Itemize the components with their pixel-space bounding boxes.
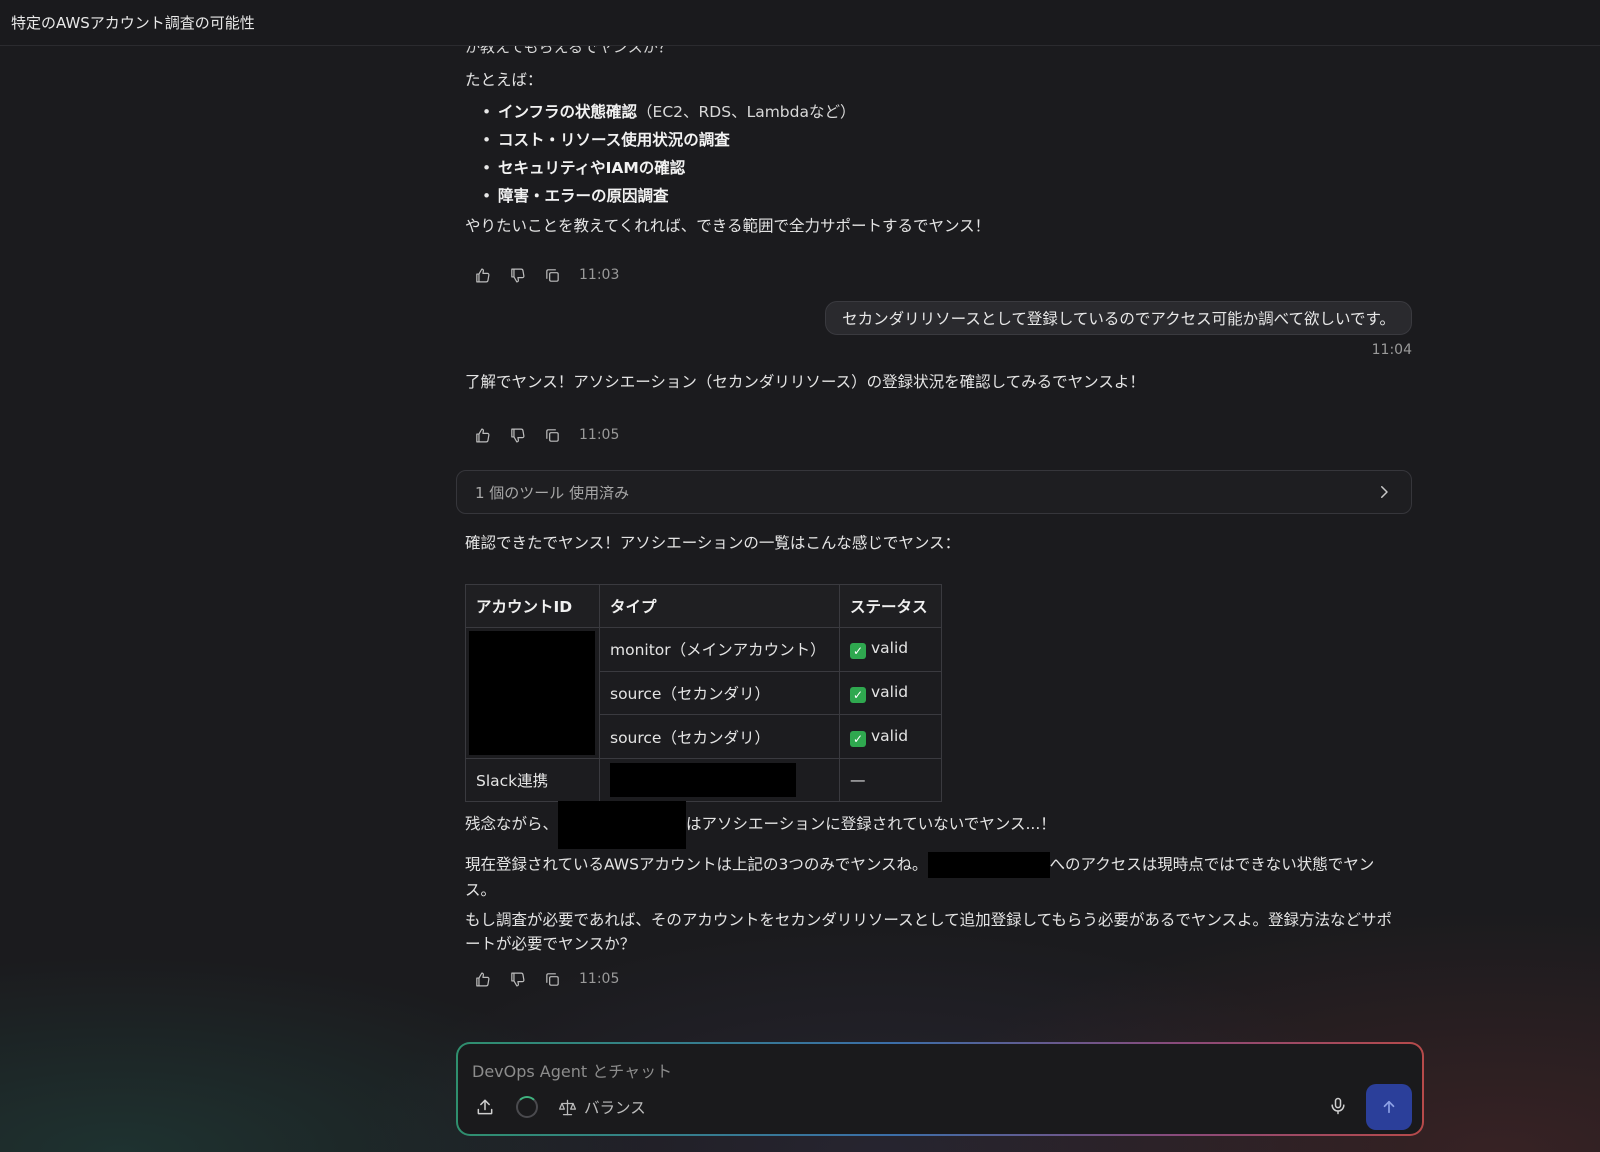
thumbs-up-icon[interactable] (472, 265, 492, 285)
chat-thread[interactable]: か教えてもらえるでヤンスか？ たとえば： インフラの状態確認（EC2、RDS、L… (0, 46, 1600, 1152)
thumbs-up-icon[interactable] (472, 425, 492, 445)
assistant-reply: 了解でヤンス！アソシエーション（セカンダリリソース）の登録状況を確認してみるでヤ… (465, 373, 1145, 391)
chat-composer: バランス (456, 1042, 1424, 1136)
example-list: インフラの状態確認（EC2、RDS、Lambdaなど） コスト・リソース使用状況… (482, 98, 855, 210)
user-message-timestamp: 11:04 (1371, 342, 1412, 358)
association-table: アカウントID タイプ ステータス monitor（メインアカウント） ✓ val… (465, 584, 942, 802)
chat-input[interactable] (472, 1058, 1272, 1084)
loading-spinner-icon (516, 1096, 538, 1118)
redacted-slack-cell (599, 758, 840, 802)
message-actions: 11:05 (472, 966, 619, 992)
table-intro: 確認できたでヤンス！アソシエーションの一覧はこんな感じでヤンス： (465, 534, 961, 552)
composer-inner: バランス (458, 1044, 1422, 1134)
upload-icon[interactable] (472, 1094, 498, 1120)
column-header: タイプ (599, 584, 840, 628)
list-item: インフラの状態確認（EC2、RDS、Lambdaなど） (482, 98, 855, 126)
table-cell-type: source（セカンダリ） (599, 714, 840, 759)
thumbs-down-icon[interactable] (507, 969, 527, 989)
thumbs-down-icon[interactable] (507, 265, 527, 285)
tool-usage-expander[interactable]: 1 個のツール 使用済み (456, 470, 1412, 514)
copy-icon[interactable] (542, 425, 562, 445)
composer-toolbar: バランス (472, 1092, 646, 1122)
check-icon: ✓ (850, 643, 866, 660)
clipped-message-line: か教えてもらえるでヤンスか？ (465, 46, 673, 56)
copy-icon[interactable] (542, 969, 562, 989)
redaction-block (469, 631, 595, 755)
tool-usage-label: 1 個のツール 使用済み (475, 483, 630, 502)
support-message: やりたいことを教えてくれれば、できる範囲で全力サポートするでヤンス！ (465, 217, 991, 235)
message-timestamp: 11:03 (579, 267, 620, 283)
unfortunate-message: 残念ながら、 はアソシエーションに登録されていないでヤンス...！ (465, 800, 1056, 849)
list-item: セキュリティやIAMの確認 (482, 154, 855, 182)
table-cell-status: ✓ valid (839, 670, 942, 716)
example-intro: たとえば： (465, 71, 543, 89)
thumbs-up-icon[interactable] (472, 969, 492, 989)
table-row: Slack連携 — (465, 758, 942, 802)
message-actions: 11:05 (472, 422, 619, 448)
microphone-icon[interactable] (1328, 1096, 1350, 1118)
conversation-title: 特定のAWSアカウント調査の可能性 (11, 14, 255, 32)
column-header: ステータス (839, 584, 942, 628)
next-step-message: もし調査が必要であれば、そのアカウントをセカンダリリソースとして追加登録してもら… (465, 911, 1393, 953)
chevron-right-icon (1375, 483, 1393, 501)
check-icon: ✓ (850, 686, 866, 703)
table-cell-type: monitor（メインアカウント） (599, 627, 840, 672)
current-status-message: 現在登録されているAWSアカウントは上記の3つのみでヤンスね。 へのアクセスは現時… (465, 852, 1400, 902)
message-timestamp: 11:05 (579, 971, 620, 987)
send-button[interactable] (1366, 1084, 1412, 1130)
list-item: 障害・エラーの原因調査 (482, 182, 855, 210)
column-header: アカウントID (465, 584, 600, 628)
redacted-account-id (465, 627, 600, 759)
redaction-block (927, 852, 1050, 878)
list-item: コスト・リソース使用状況の調査 (482, 126, 855, 154)
table-cell-status: ✓ valid (839, 714, 942, 759)
mode-selector[interactable]: バランス (558, 1096, 646, 1118)
table-cell-type: source（セカンダリ） (599, 670, 840, 716)
message-actions: 11:03 (472, 262, 619, 288)
user-message-text: セカンダリリソースとして登録しているのでアクセス可能か調べて欲しいです。 (842, 310, 1395, 328)
redaction-block (610, 763, 796, 797)
conversation-header: 特定のAWSアカウント調査の可能性 (0, 0, 1600, 46)
scale-icon (558, 1099, 577, 1115)
mode-label: バランス (584, 1099, 646, 1117)
table-header-row: アカウントID タイプ ステータス (465, 584, 942, 628)
table-row: monitor（メインアカウント） ✓ valid (465, 627, 942, 759)
table-cell-status: ✓ valid (839, 627, 942, 672)
arrow-up-icon (1383, 1100, 1395, 1114)
user-message-bubble: セカンダリリソースとして登録しているのでアクセス可能か調べて欲しいです。 (825, 301, 1412, 335)
copy-icon[interactable] (542, 265, 562, 285)
thumbs-down-icon[interactable] (507, 425, 527, 445)
table-cell-label: Slack連携 (465, 758, 600, 802)
check-icon: ✓ (850, 730, 866, 747)
table-cell-status: — (839, 758, 942, 802)
message-timestamp: 11:05 (579, 427, 620, 443)
redaction-block (558, 800, 687, 849)
